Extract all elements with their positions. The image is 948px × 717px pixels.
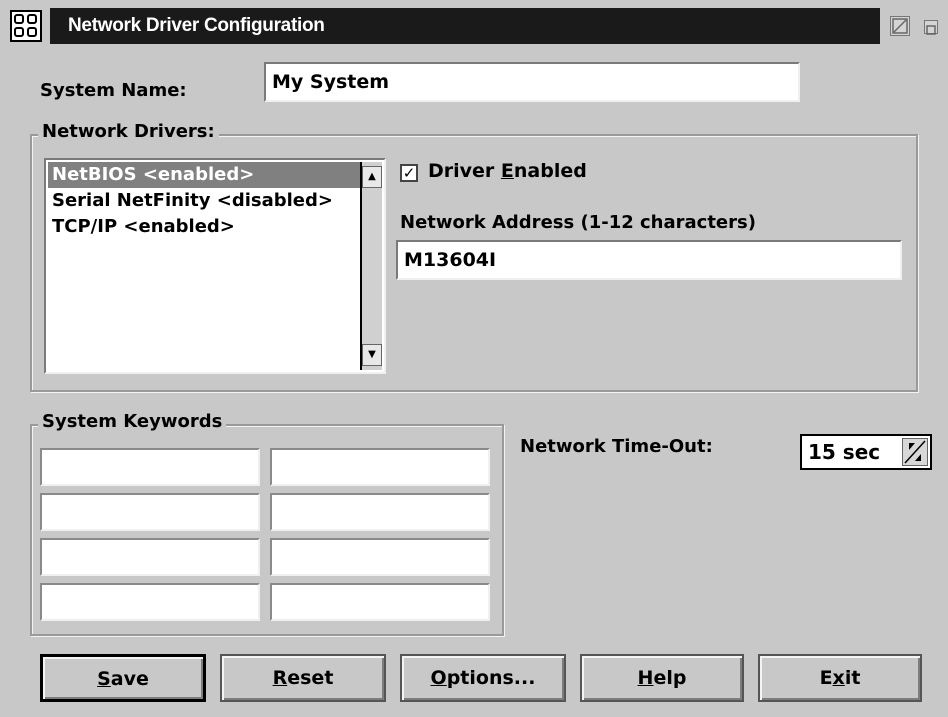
- keyword-field-7[interactable]: [40, 583, 260, 621]
- keyword-field-6[interactable]: [270, 538, 490, 576]
- reset-button[interactable]: Reset: [220, 654, 386, 702]
- scroll-up-icon[interactable]: ▲: [362, 166, 382, 188]
- list-item-serial-netfinity[interactable]: Serial NetFinity <disabled>: [48, 188, 360, 214]
- minimize-icon[interactable]: [924, 20, 938, 35]
- keyword-field-4[interactable]: [270, 493, 490, 531]
- vertical-scrollbar[interactable]: ▲ ▼: [360, 162, 382, 370]
- driver-enabled-label[interactable]: Driver Enabled: [428, 160, 587, 182]
- network-timeout-spinbutton[interactable]: 15 sec: [800, 434, 932, 470]
- network-address-label: Network Address (1-12 characters): [400, 212, 756, 233]
- scroll-down-icon[interactable]: ▼: [362, 344, 382, 366]
- system-name-label: System Name:: [40, 80, 187, 101]
- network-timeout-value[interactable]: 15 sec: [808, 440, 880, 464]
- keyword-field-3[interactable]: [40, 493, 260, 531]
- network-timeout-label: Network Time-Out:: [520, 436, 713, 457]
- keyword-field-2[interactable]: [270, 448, 490, 486]
- network-driver-config-window: Network Driver Configuration System Name…: [0, 0, 948, 717]
- driver-enabled-checkbox[interactable]: ✓: [400, 164, 418, 182]
- system-keywords-group-title: System Keywords: [38, 411, 227, 432]
- spin-arrows-icon[interactable]: [902, 438, 928, 466]
- exit-button[interactable]: Exit: [758, 654, 922, 702]
- network-drivers-listbox[interactable]: NetBIOS <enabled> Serial NetFinity <disa…: [44, 158, 386, 374]
- network-address-input[interactable]: M13604I: [396, 240, 902, 280]
- list-item-tcpip[interactable]: TCP/IP <enabled>: [48, 214, 360, 240]
- save-button[interactable]: Save: [40, 654, 206, 702]
- title-bar[interactable]: Network Driver Configuration: [10, 8, 940, 44]
- options-button[interactable]: Options...: [400, 654, 566, 702]
- maximize-icon[interactable]: [890, 16, 910, 36]
- system-name-input[interactable]: My System: [264, 62, 800, 102]
- keyword-field-1[interactable]: [40, 448, 260, 486]
- list-item-netbios[interactable]: NetBIOS <enabled>: [48, 162, 360, 188]
- help-button[interactable]: Help: [580, 654, 744, 702]
- window-title: Network Driver Configuration: [68, 15, 325, 36]
- keyword-field-8[interactable]: [270, 583, 490, 621]
- list-items: NetBIOS <enabled> Serial NetFinity <disa…: [48, 162, 360, 370]
- system-menu-icon[interactable]: [10, 10, 42, 42]
- keyword-field-5[interactable]: [40, 538, 260, 576]
- network-drivers-group-title: Network Drivers:: [38, 121, 219, 142]
